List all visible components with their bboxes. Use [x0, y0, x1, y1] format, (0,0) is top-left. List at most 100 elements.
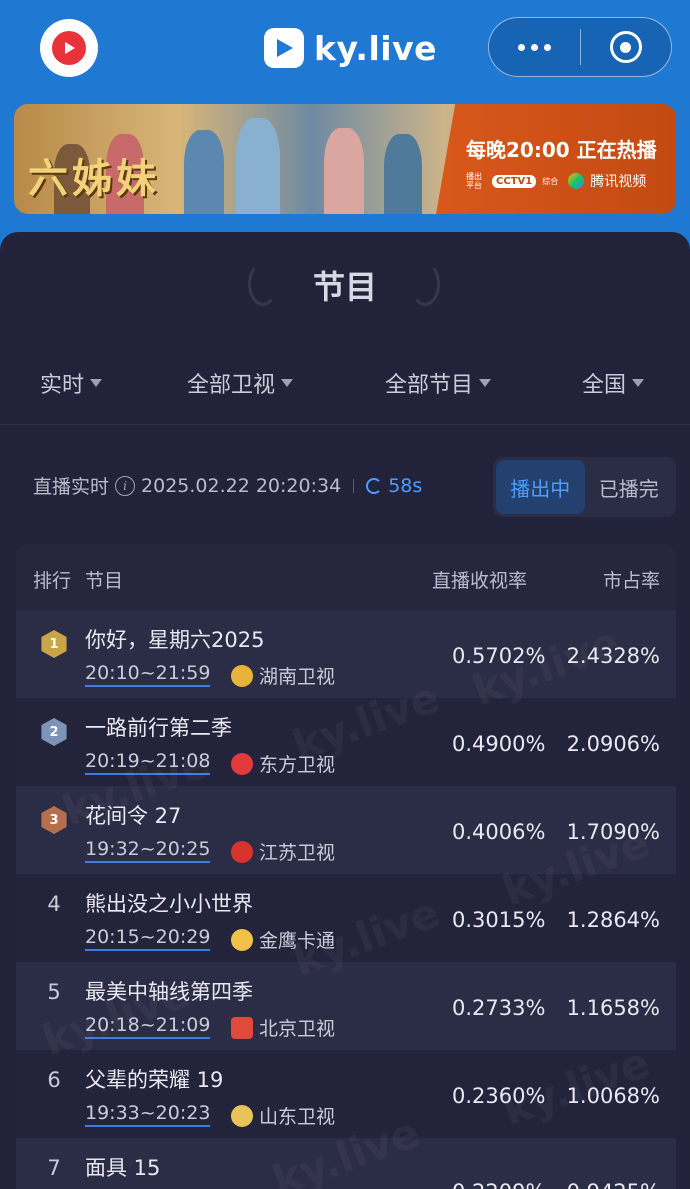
filter-region[interactable]: 全国	[582, 367, 645, 399]
rank-number: 4	[47, 892, 61, 916]
live-status: 直播实时 i 2025.02.22 20:20:34 58s	[33, 472, 422, 499]
table-row[interactable]: 2 一路前行第二季 20:19~21:08 东方卫视 0.4900% 2.090…	[16, 698, 676, 786]
promo-banner[interactable]: 六姊妹 每晚20:00 正在热播 播出平台 CCTV1 综合 腾讯视频	[14, 104, 676, 214]
program-name: 面具 15	[85, 1156, 161, 1180]
channel-name: 金鹰卡通	[259, 930, 336, 952]
filter-bar: 实时 全部卫视 全部节目 全国	[0, 367, 690, 407]
ky-logo-icon	[264, 28, 304, 68]
refresh-icon	[366, 477, 383, 494]
program-name: 熊出没之小小世界	[85, 892, 253, 916]
jiangsu-tv-logo-icon	[231, 840, 253, 863]
channel-name: 东方卫视	[259, 754, 336, 776]
brand-name: ky.live	[314, 28, 437, 68]
channel: 湖南卫视	[231, 662, 335, 689]
filter-time-label: 实时	[40, 373, 85, 398]
rating-value: 0.3015%	[452, 908, 546, 932]
share-value: 2.0906%	[566, 732, 660, 756]
tab-finished[interactable]: 已播完	[585, 460, 674, 514]
rank-number: 6	[47, 1068, 61, 1092]
program-time: 20:10~21:59	[85, 662, 211, 687]
share-value: 1.7090%	[566, 820, 660, 844]
header-rating[interactable]: 直播收视率	[432, 566, 527, 593]
caret-down-icon	[479, 379, 492, 387]
caret-down-icon	[90, 379, 103, 387]
rating-value: 0.2733%	[452, 996, 546, 1020]
refresh-seconds: 58s	[388, 474, 423, 497]
filter-program[interactable]: 全部节目	[385, 367, 492, 399]
cctv-sub-label: 综合	[542, 176, 559, 186]
table-row[interactable]: 5 最美中轴线第四季 20:18~21:09 北京卫视 0.2733% 1.16…	[16, 962, 676, 1050]
target-circle-icon	[609, 31, 642, 63]
platform-label: 播出平台	[466, 172, 482, 190]
channel: 江苏卫视	[231, 838, 335, 865]
table-header: 排行 节目 直播收视率 市占率	[16, 544, 676, 610]
separator	[353, 478, 355, 493]
program-time: 20:15~20:29	[85, 926, 211, 951]
mini-program-capsule	[488, 17, 672, 77]
header-program: 节目	[85, 570, 124, 592]
table-row[interactable]: 6 父辈的荣耀 19 19:33~20:23 山东卫视 0.2360% 1.00…	[16, 1050, 676, 1138]
program-time: 19:33~20:23	[85, 1102, 211, 1127]
tab-on-air[interactable]: 播出中	[496, 460, 585, 514]
top-bar: ky.live	[0, 0, 690, 100]
cctv1-logo: CCTV1	[492, 174, 537, 188]
main-panel: 节目 实时 全部卫视 全部节目 全国 直播实时 i 2025.02.22 20:…	[0, 232, 690, 1189]
channel-name: 山东卫视	[259, 1106, 336, 1128]
program-name: 父辈的荣耀 19	[85, 1068, 224, 1092]
filter-time[interactable]: 实时	[40, 367, 103, 399]
live-label: 直播实时	[33, 476, 110, 498]
video-platform-label: 腾讯视频	[590, 174, 647, 190]
banner-platforms: 播出平台 CCTV1 综合 腾讯视频	[466, 171, 676, 191]
rank-number: 7	[47, 1156, 61, 1180]
section-title: 节目	[312, 268, 377, 306]
table-row[interactable]: 1 你好，星期六2025 20:10~21:59 湖南卫视 0.5702% 2.…	[16, 610, 676, 698]
golden-eagle-logo-icon	[231, 928, 253, 951]
broadcast-status-toggle: 播出中 已播完	[493, 457, 676, 517]
share-value: 1.0068%	[566, 1084, 660, 1108]
brand: ky.live	[264, 24, 437, 72]
rating-value: 0.2360%	[452, 1084, 546, 1108]
refresh-countdown[interactable]: 58s	[366, 475, 422, 497]
banner-image: 六姊妹	[14, 104, 434, 214]
btv-logo-icon	[231, 1016, 253, 1039]
share-value: 1.2864%	[566, 908, 660, 932]
banner-promo-text: 每晚20:00 正在热播	[466, 138, 657, 162]
channel: 金鹰卡通	[231, 926, 335, 953]
live-timestamp: 2025.02.22 20:20:34	[141, 474, 342, 497]
caret-down-icon	[632, 379, 645, 387]
channel: 山东卫视	[231, 1102, 335, 1129]
caret-down-icon	[281, 379, 294, 387]
channel-name: 湖南卫视	[259, 666, 336, 688]
rating-value: 0.2209%	[452, 1180, 545, 1189]
program-time: 19:32~20:25	[85, 838, 211, 863]
table-row[interactable]: 3 花间令 27 19:32~20:25 江苏卫视 0.4006% 1.7090…	[16, 786, 676, 874]
ratings-table: 排行 节目 直播收视率 市占率 1 你好，星期六2025 20:10~21:59…	[16, 544, 676, 1189]
program-name: 最美中轴线第四季	[85, 980, 253, 1004]
channel-name: 北京卫视	[259, 1018, 336, 1040]
header-share[interactable]: 市占率	[603, 566, 660, 593]
table-row[interactable]: 4 熊出没之小小世界 20:15~20:29 金鹰卡通 0.3015% 1.28…	[16, 874, 676, 962]
silver-medal-icon: 2	[41, 718, 67, 746]
tencent-video-icon	[568, 173, 585, 189]
more-dots-icon	[517, 43, 551, 51]
bronze-medal-icon: 3	[41, 806, 67, 834]
app-logo-icon[interactable]	[40, 19, 98, 77]
more-menu-button[interactable]	[489, 18, 580, 76]
share-value: 2.4328%	[566, 644, 660, 668]
channel: 北京卫视	[231, 1014, 335, 1041]
live-status-row: 直播实时 i 2025.02.22 20:20:34 58s 播出中 已播完	[0, 457, 690, 517]
table-row[interactable]: 7 面具 15 0.2209% 0.9425%	[16, 1138, 676, 1189]
filter-region-label: 全国	[582, 373, 627, 398]
banner-title: 六姊妹	[28, 155, 160, 202]
filter-channel[interactable]: 全部卫视	[187, 367, 294, 399]
shandong-tv-logo-icon	[231, 1104, 253, 1127]
info-icon[interactable]: i	[115, 475, 136, 496]
filter-channel-label: 全部卫视	[187, 373, 276, 398]
banner-promo: 每晚20:00 正在热播 播出平台 CCTV1 综合 腾讯视频	[436, 104, 676, 214]
rating-value: 0.5702%	[452, 644, 546, 668]
divider	[0, 424, 690, 425]
gold-medal-icon: 1	[41, 630, 67, 658]
program-name: 花间令 27	[85, 804, 182, 828]
close-mini-program-button[interactable]	[581, 18, 672, 76]
channel: 东方卫视	[231, 750, 335, 777]
